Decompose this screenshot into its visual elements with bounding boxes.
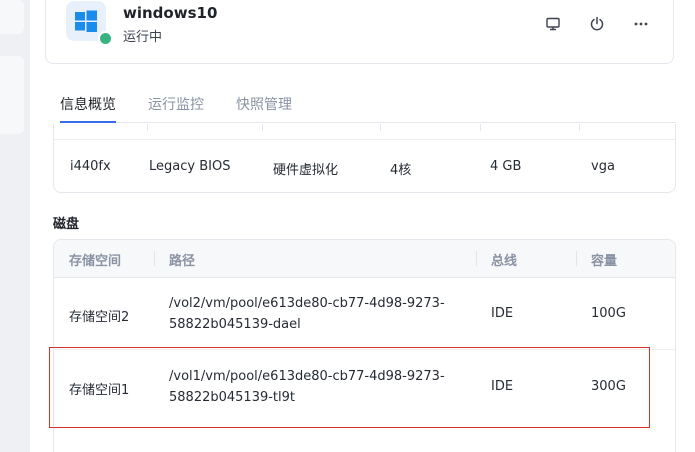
path-line: /vol1/vm/pool/e613de80-cb77-4d98-9273-	[169, 369, 445, 384]
column-header-size: 容量	[591, 254, 618, 269]
column-divider	[147, 124, 148, 131]
storage-cell: 存储空间1	[69, 383, 130, 398]
console-button[interactable]	[542, 13, 564, 35]
column-divider	[579, 124, 580, 131]
vm-header-card: windows10 运行中	[45, 0, 674, 64]
chipset-value: i440fx	[70, 159, 111, 174]
power-button[interactable]	[586, 13, 608, 35]
column-divider	[380, 124, 381, 131]
virtualization-value: 硬件虚拟化	[273, 163, 339, 178]
column-divider	[480, 124, 481, 131]
column-divider	[262, 124, 263, 131]
table-row[interactable]: 存储空间2 /vol2/vm/pool/e613de80-cb77-4d98-9…	[54, 277, 675, 350]
disk-section-title: 磁盘	[53, 217, 80, 232]
vm-name: windows10	[123, 4, 218, 22]
column-header-storage: 存储空间	[69, 254, 122, 269]
path-cell: /vol1/vm/pool/e613de80-cb77-4d98-9273- 5…	[169, 366, 469, 408]
more-button[interactable]	[630, 13, 652, 35]
monitor-icon	[546, 17, 560, 31]
size-cell: 100G	[591, 306, 626, 321]
vm-status: 运行中	[123, 30, 163, 45]
power-icon	[590, 16, 604, 31]
disk-table-header: 存储空间 路径 总线 容量	[54, 240, 675, 278]
tab-bar: 信息概览 运行监控 快照管理	[60, 92, 676, 123]
column-header-path: 路径	[169, 254, 196, 269]
bus-cell: IDE	[491, 306, 514, 321]
left-background-strip	[0, 0, 30, 452]
header-divider	[54, 139, 675, 140]
column-header-bus: 总线	[491, 254, 518, 269]
bus-cell: IDE	[491, 379, 514, 394]
path-line: 58822b045139-dael	[169, 317, 301, 332]
vm-detail-panel: windows10 运行中 信息概览 运行监控 快照管理 i440fx Lega…	[30, 0, 695, 452]
left-strip-block	[0, 0, 24, 34]
vm-info-table: i440fx Legacy BIOS 硬件虚拟化 4核 4 GB vga	[53, 124, 676, 193]
tab-monitoring[interactable]: 运行监控	[148, 94, 204, 121]
path-line: /vol2/vm/pool/e613de80-cb77-4d98-9273-	[169, 296, 445, 311]
running-status-dot	[98, 31, 113, 46]
storage-cell: 存储空间2	[69, 310, 130, 325]
tab-overview[interactable]: 信息概览	[60, 94, 116, 123]
column-separator	[154, 251, 155, 266]
tab-snapshots[interactable]: 快照管理	[236, 94, 292, 121]
size-cell: 300G	[591, 379, 626, 394]
left-strip-block	[0, 56, 24, 134]
disk-table: 存储空间 路径 总线 容量 存储空间2 /vol2/vm/pool/e613de…	[53, 239, 676, 452]
display-value: vga	[591, 159, 615, 174]
column-separator	[476, 251, 477, 266]
path-line: 58822b045139-tl9t	[169, 390, 296, 405]
cpu-value: 4核	[390, 163, 412, 178]
memory-value: 4 GB	[490, 159, 522, 174]
more-icon	[634, 22, 648, 26]
path-cell: /vol2/vm/pool/e613de80-cb77-4d98-9273- 5…	[169, 293, 469, 335]
firmware-value: Legacy BIOS	[149, 159, 231, 174]
column-separator	[576, 251, 577, 266]
table-row[interactable]: 存储空间1 /vol1/vm/pool/e613de80-cb77-4d98-9…	[54, 350, 675, 422]
